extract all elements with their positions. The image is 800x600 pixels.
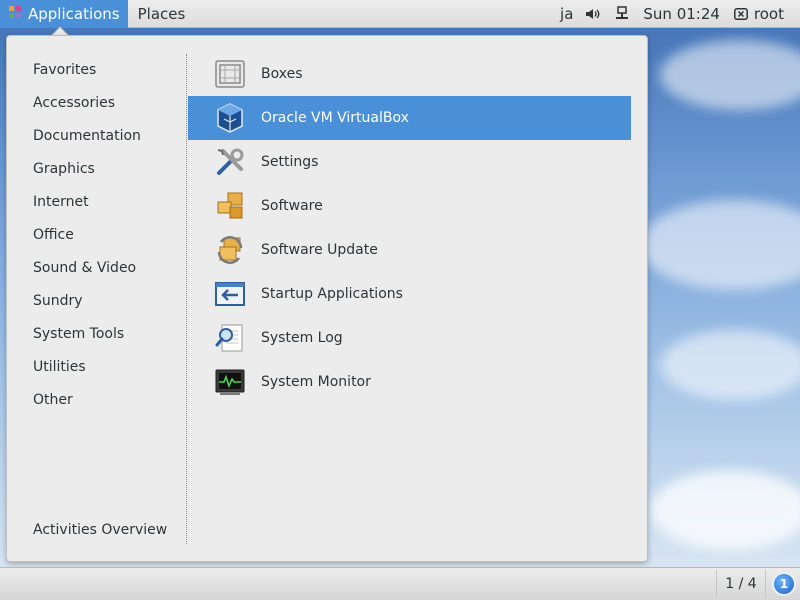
user-icon [733, 8, 748, 20]
software-update-icon [214, 234, 246, 266]
category-list: Favorites Accessories Documentation Grap… [33, 54, 141, 417]
user-menu[interactable]: root [733, 5, 784, 23]
boxes-icon [214, 58, 246, 90]
category-sundry[interactable]: Sundry [33, 285, 141, 318]
app-boxes[interactable]: Boxes [188, 52, 631, 96]
category-other[interactable]: Other [33, 384, 141, 417]
network-wired-icon[interactable] [615, 6, 629, 22]
menu-divider [186, 54, 187, 544]
software-icon [214, 190, 246, 222]
wallpaper-cloud [640, 200, 800, 290]
app-system-log[interactable]: System Log [188, 316, 631, 360]
wallpaper-cloud [650, 470, 800, 550]
applications-label: Applications [28, 4, 120, 23]
category-office[interactable]: Office [33, 219, 141, 252]
activities-overview-item[interactable]: Activities Overview [33, 518, 167, 542]
user-name: root [753, 5, 784, 23]
system-monitor-icon [214, 366, 246, 398]
system-log-icon [214, 322, 246, 354]
category-sound-video[interactable]: Sound & Video [33, 252, 141, 285]
category-graphics[interactable]: Graphics [33, 153, 141, 186]
applications-menu-button[interactable]: Applications [0, 0, 128, 28]
workspace-switcher[interactable]: 1 / 4 [716, 570, 766, 598]
input-language-indicator[interactable]: ja [560, 5, 573, 23]
app-settings[interactable]: Settings [188, 140, 631, 184]
category-accessories[interactable]: Accessories [33, 87, 141, 120]
places-menu-button[interactable]: Places [138, 5, 186, 23]
applications-icon [8, 5, 22, 23]
app-software-update[interactable]: Software Update [188, 228, 631, 272]
applications-menu: Favorites Accessories Documentation Grap… [6, 35, 648, 562]
app-label: Settings [261, 154, 319, 170]
notification-badge[interactable]: 1 [772, 572, 796, 596]
app-startup-applications[interactable]: Startup Applications [188, 272, 631, 316]
wallpaper-cloud [660, 330, 800, 400]
category-system-tools[interactable]: System Tools [33, 318, 141, 351]
settings-icon [214, 146, 246, 178]
virtualbox-icon [214, 102, 246, 134]
app-label: Oracle VM VirtualBox [261, 110, 409, 126]
volume-icon[interactable] [585, 7, 601, 21]
application-list: Boxes Oracle VM VirtualBox Settings Soft… [188, 52, 631, 404]
top-bar: Applications Places ja Sun 01:24 root [0, 0, 800, 28]
category-favorites[interactable]: Favorites [33, 54, 141, 87]
clock[interactable]: Sun 01:24 [643, 5, 720, 23]
app-label: Software [261, 198, 323, 214]
category-documentation[interactable]: Documentation [33, 120, 141, 153]
wallpaper-cloud [660, 40, 800, 110]
app-system-monitor[interactable]: System Monitor [188, 360, 631, 404]
app-software[interactable]: Software [188, 184, 631, 228]
category-internet[interactable]: Internet [33, 186, 141, 219]
system-tray: ja Sun 01:24 root [560, 0, 800, 28]
app-label: Software Update [261, 242, 378, 258]
desktop: { "topbar": { "applications_label": "App… [0, 0, 800, 600]
app-label: Startup Applications [261, 286, 403, 302]
app-label: System Log [261, 330, 343, 346]
category-utilities[interactable]: Utilities [33, 351, 141, 384]
startup-applications-icon [214, 278, 246, 310]
app-oracle-vm-virtualbox[interactable]: Oracle VM VirtualBox [188, 96, 631, 140]
app-label: Boxes [261, 66, 303, 82]
app-label: System Monitor [261, 374, 371, 390]
bottom-panel: 1 / 4 1 [0, 567, 800, 600]
